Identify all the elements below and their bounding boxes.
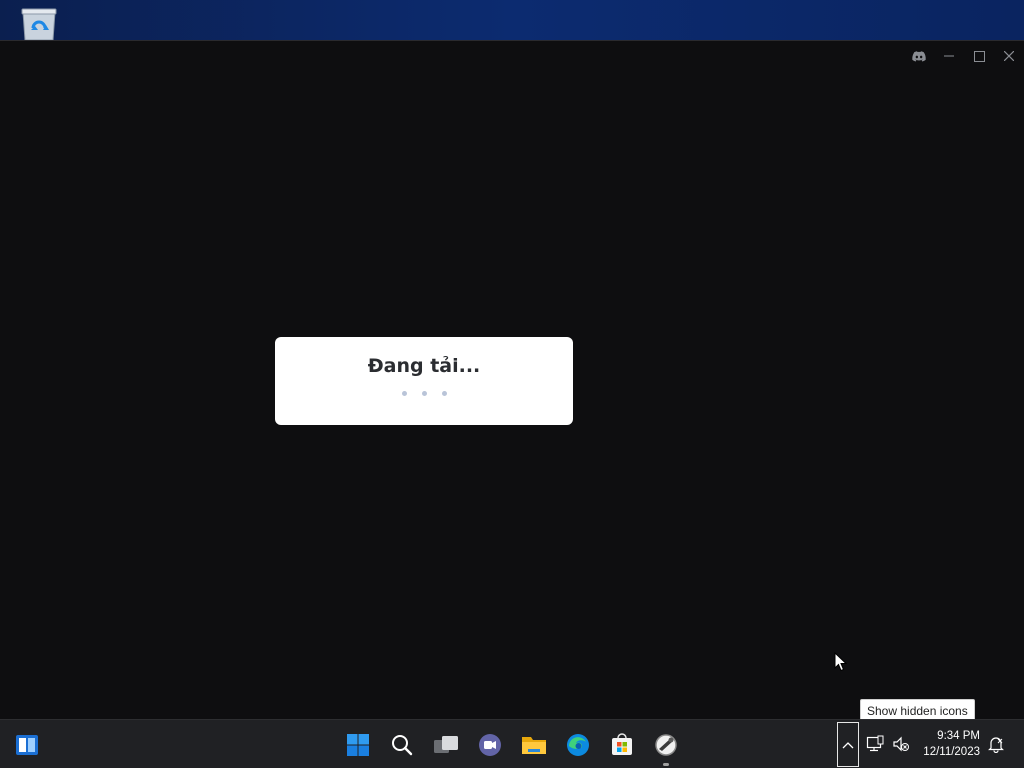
loading-dot [421, 391, 427, 396]
show-hidden-icons-button[interactable] [837, 722, 859, 767]
taskbar: 9:34 PM 12/11/2023 [0, 719, 1024, 768]
edge-icon[interactable] [556, 723, 600, 767]
windows-start-icon[interactable] [336, 723, 380, 767]
loading-dot [441, 391, 447, 396]
close-icon[interactable] [994, 41, 1024, 71]
volume-muted-icon[interactable] [891, 734, 911, 754]
mouse-cursor-icon [834, 652, 848, 672]
notification-bell-icon[interactable] [986, 734, 1006, 754]
minimize-icon[interactable] [934, 41, 964, 71]
widgets-icon[interactable] [12, 730, 42, 760]
window-controls [904, 41, 1024, 71]
loading-text: Đang tải... [367, 355, 481, 377]
loading-spinner [401, 391, 447, 396]
show-hidden-icons-tooltip: Show hidden icons [860, 699, 975, 721]
maximize-icon[interactable] [964, 41, 994, 71]
loading-dialog: Đang tải... [275, 337, 573, 425]
clock-time: 9:34 PM [937, 730, 980, 742]
taskbar-clock[interactable]: 9:34 PM 12/11/2023 [918, 728, 980, 760]
teams-chat-icon[interactable] [468, 723, 512, 767]
folder-icon[interactable] [512, 723, 556, 767]
installer-icon[interactable] [644, 723, 688, 767]
discord-icon[interactable] [904, 41, 934, 71]
app-window: Đang tải... [0, 40, 1024, 719]
recycle-bin-icon[interactable] [20, 8, 58, 41]
network-icon[interactable] [865, 734, 885, 754]
search-icon[interactable] [380, 723, 424, 767]
desktop-background [0, 0, 1024, 41]
taskbar-apps [336, 720, 688, 768]
loading-dot [401, 391, 407, 396]
task-view-icon[interactable] [424, 723, 468, 767]
store-icon[interactable] [600, 723, 644, 767]
running-indicator [663, 762, 669, 766]
clock-date: 12/11/2023 [923, 746, 980, 758]
chevron-up-icon [842, 741, 854, 748]
